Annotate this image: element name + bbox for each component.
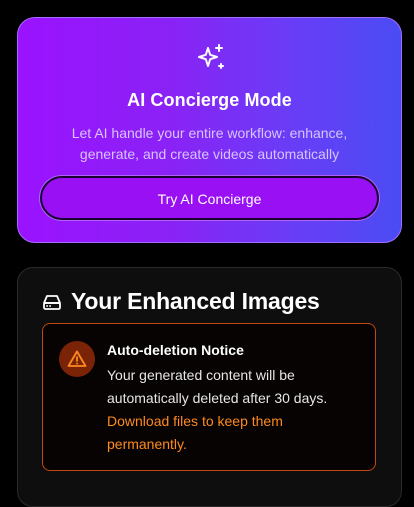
ai-concierge-card: AI Concierge Mode Let AI handle your ent… (17, 17, 402, 243)
enhanced-images-panel: Your Enhanced Images Auto-deletion Notic… (17, 267, 402, 507)
warning-triangle-icon (67, 350, 87, 367)
notice-text: Your generated content will be automatic… (107, 367, 328, 406)
notice-title: Auto-deletion Notice (107, 342, 244, 358)
sparkles-icon (198, 44, 224, 69)
concierge-title: AI Concierge Mode (127, 90, 292, 110)
notice-body: Your generated content will be automatic… (107, 364, 357, 456)
try-ai-concierge-button[interactable]: Try AI Concierge (40, 176, 379, 220)
panel-header: Your Enhanced Images (42, 288, 320, 315)
concierge-description: Let AI handle your entire workflow: enha… (71, 125, 348, 162)
download-files-link[interactable]: Download files to keep them permanently. (107, 413, 283, 452)
panel-title: Your Enhanced Images (71, 288, 320, 314)
hard-drive-icon (43, 294, 61, 310)
warning-badge (59, 341, 95, 377)
auto-deletion-notice: Auto-deletion Notice Your generated cont… (42, 323, 376, 471)
